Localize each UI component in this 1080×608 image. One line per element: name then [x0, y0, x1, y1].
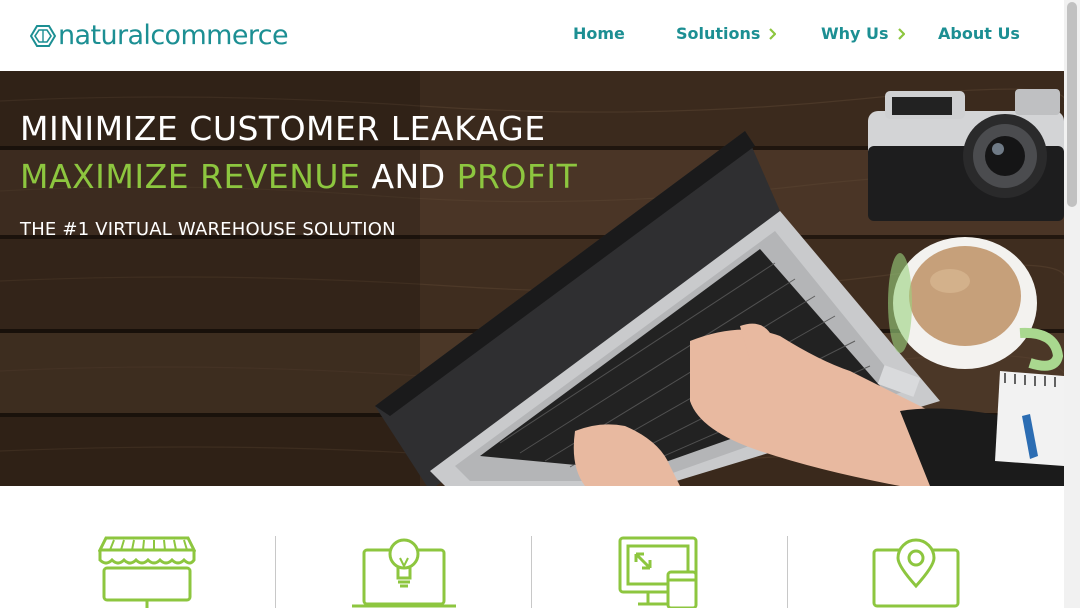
lightbulb-laptop-icon[interactable]	[350, 536, 458, 608]
chevron-right-icon	[897, 27, 905, 40]
hero-profit: PROFIT	[456, 157, 578, 196]
chevron-right-icon	[769, 27, 777, 40]
feature-divider	[531, 536, 532, 608]
site-header: naturalcommerce Home Solutions Why Us Ab…	[0, 0, 1064, 71]
logo-text-natural: natural	[58, 20, 151, 51]
logo-text: naturalcommerce	[58, 18, 289, 54]
hexagon-logo-icon	[30, 25, 56, 47]
nav-home[interactable]: Home	[573, 24, 625, 43]
natural-commerce-logo[interactable]: naturalcommerce	[30, 18, 289, 54]
nav-solutions-label: Solutions	[676, 24, 761, 43]
nav-solutions[interactable]: Solutions	[676, 24, 777, 43]
storefront-icon[interactable]	[98, 536, 196, 608]
hero-banner: MINIMIZE CUSTOMER LEAKAGE MAXIMIZE REVEN…	[0, 71, 1064, 486]
hero-headline-line2: MAXIMIZE REVENUE AND PROFIT	[20, 157, 577, 196]
hero-maximize-revenue: MAXIMIZE REVENUE	[20, 157, 361, 196]
hero-and: AND	[371, 157, 446, 196]
responsive-devices-icon[interactable]	[618, 536, 700, 608]
feature-divider	[275, 536, 276, 608]
nav-why-us[interactable]: Why Us	[821, 24, 905, 43]
features-row	[0, 486, 1064, 608]
hero-subtitle: THE #1 VIRTUAL WAREHOUSE SOLUTION	[20, 219, 396, 240]
page-scrollbar[interactable]	[1064, 0, 1080, 608]
nav-home-label: Home	[573, 24, 625, 43]
logo-text-commerce: commerce	[150, 20, 289, 51]
nav-about-us[interactable]: About Us	[938, 24, 1020, 43]
notepad-illustration	[995, 371, 1064, 466]
location-pin-laptop-icon[interactable]	[868, 536, 964, 608]
nav-about-us-label: About Us	[938, 24, 1020, 43]
hero-headline-line1: MINIMIZE CUSTOMER LEAKAGE	[20, 109, 546, 148]
scrollbar-thumb[interactable]	[1067, 2, 1077, 207]
feature-divider	[787, 536, 788, 608]
nav-why-us-label: Why Us	[821, 24, 889, 43]
